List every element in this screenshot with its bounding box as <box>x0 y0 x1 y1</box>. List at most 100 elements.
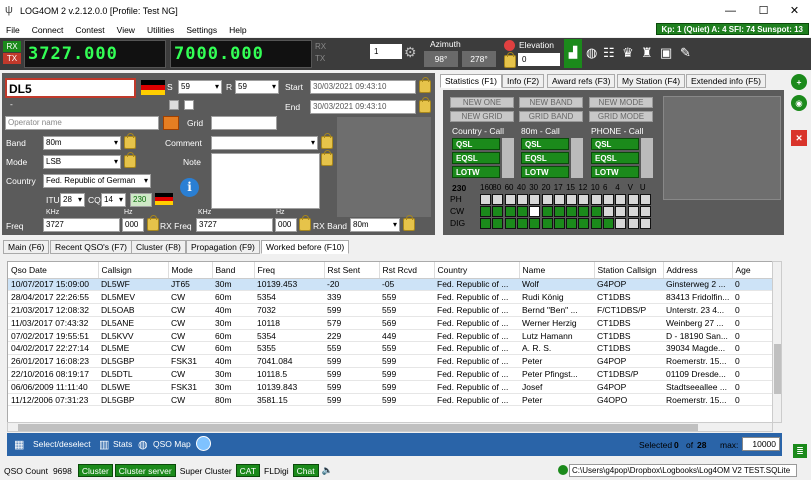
table-row[interactable]: 07/02/2017 19:55:51 DL5KVV CW 60m 5354 229 449… <box>8 329 772 343</box>
table-row[interactable]: 22/10/2016 08:19:17 DL5DTL CW 30m 10118.5 599… <box>8 367 772 381</box>
rst-rcvd-select[interactable]: 59 <box>235 80 279 94</box>
band-lock-icon[interactable] <box>124 133 136 149</box>
end-datetime[interactable]: 30/03/2021 09:43:10 <box>310 100 416 114</box>
delete-icon[interactable]: ✕ <box>791 130 807 146</box>
column-header[interactable]: Callsign <box>98 262 169 279</box>
menu-help[interactable]: Help <box>223 25 252 35</box>
rx-frequency-display[interactable]: 3727.000 <box>24 40 166 68</box>
globe-icon[interactable]: ◍ <box>586 45 597 61</box>
rst-sent-select[interactable]: 59 <box>178 80 222 94</box>
tab-statistics[interactable]: Statistics (F1) <box>440 74 502 88</box>
pen-icon[interactable]: ✎ <box>680 45 691 61</box>
horizontal-scrollbar[interactable] <box>7 422 773 432</box>
network-icon[interactable]: ☷ <box>603 45 615 61</box>
db-path[interactable]: C:\Users\g4pop\Dropbox\Logbooks\Log4OM V… <box>569 464 797 477</box>
itu-select[interactable]: 28 <box>60 193 85 207</box>
side-list-icon[interactable]: ≣ <box>793 444 807 458</box>
mode-select[interactable]: LSB <box>43 155 121 169</box>
cluster-server-status[interactable]: Cluster server <box>114 464 176 477</box>
table-row[interactable]: 11/12/2006 07:31:23 DL5GBP CW 80m 3581.15 599… <box>8 393 772 407</box>
rxband-select[interactable]: 80m <box>350 218 400 232</box>
hscrollbar-thumb[interactable] <box>18 424 698 431</box>
chat-status[interactable]: Chat <box>292 464 319 477</box>
azimuth-long[interactable]: 278° <box>462 51 496 67</box>
close-button[interactable]: ✕ <box>778 0 811 22</box>
rxfreq-hz-input[interactable]: 000 <box>275 218 297 232</box>
menu-utilities[interactable]: Utilities <box>141 25 180 35</box>
column-header[interactable]: Address <box>663 262 733 279</box>
menu-view[interactable]: View <box>111 25 141 35</box>
grid-input[interactable] <box>211 116 277 130</box>
column-header[interactable]: Qso Date <box>8 262 99 279</box>
new-one-button[interactable]: NEW ONE <box>450 97 514 108</box>
vertical-scrollbar[interactable] <box>772 261 782 423</box>
note-lock-icon[interactable] <box>321 150 333 166</box>
country-select[interactable]: Fed. Republic of German <box>43 174 151 188</box>
cat-status[interactable]: CAT <box>235 464 261 477</box>
tab-cluster[interactable]: Cluster (F8) <box>131 240 186 254</box>
maximize-button[interactable]: ☐ <box>747 0 780 22</box>
azimuth-short[interactable]: 98° <box>424 51 458 67</box>
column-header[interactable]: Mode <box>168 262 213 279</box>
checkbox-1[interactable] <box>169 100 179 110</box>
award-icon[interactable]: ♛ <box>622 45 634 61</box>
vfo-select[interactable]: 1 <box>370 44 402 59</box>
tx-frequency-display[interactable]: 7000.000 <box>170 40 312 68</box>
rotor-stop-icon[interactable] <box>504 40 515 51</box>
scrollbar-thumb[interactable] <box>774 344 781 394</box>
table-row[interactable]: 26/01/2017 16:08:23 DL5GBP FSK31 40m 7041.08… <box>8 354 772 369</box>
elevation-lock-icon[interactable] <box>504 52 516 68</box>
speaker-icon[interactable]: 🔈 <box>322 465 333 476</box>
rxband-lock-icon[interactable] <box>403 215 415 231</box>
camera-icon[interactable]: ▣ <box>660 45 672 61</box>
info-icon[interactable]: i <box>180 178 199 197</box>
stats-button[interactable]: Stats <box>113 439 132 449</box>
tab-award-refs[interactable]: Award refs (F3) <box>547 74 616 88</box>
cluster-status[interactable]: Cluster <box>77 464 113 477</box>
end-lock-icon[interactable] <box>419 97 431 113</box>
menu-settings[interactable]: Settings <box>180 25 223 35</box>
rx-tag[interactable]: RX <box>3 41 21 52</box>
band-select[interactable]: 80m <box>43 136 121 150</box>
column-header[interactable]: Station Callsign <box>594 262 664 279</box>
menu-connect[interactable]: Connect <box>26 25 70 35</box>
tab-propagation[interactable]: Propagation (F9) <box>186 240 260 254</box>
table-row[interactable]: 11/03/2017 07:43:32 DL5ANE CW 30m 10118 579 56… <box>8 316 772 330</box>
mode-lock-icon[interactable] <box>124 152 136 168</box>
hierarchy-icon[interactable]: ♜ <box>641 45 653 61</box>
column-header[interactable]: Rst Rcvd <box>379 262 435 279</box>
menu-contest[interactable]: Contest <box>69 25 110 35</box>
table-row[interactable]: 06/06/2009 11:11:40 DL5WE FSK31 30m 10139.84… <box>8 380 772 394</box>
qso-map-button[interactable]: QSO Map <box>153 439 191 449</box>
callsign-input[interactable]: DL5 <box>5 78 136 98</box>
grid-mode-button[interactable]: GRID MODE <box>589 111 653 122</box>
globe-color-icon[interactable] <box>196 436 211 451</box>
freq-lock-icon[interactable] <box>147 215 159 231</box>
comment-select[interactable] <box>211 136 318 150</box>
new-grid-button[interactable]: NEW GRID <box>450 111 514 122</box>
rxfreq-lock-icon[interactable] <box>299 215 311 231</box>
qso-map-icon[interactable]: ◍ <box>138 438 148 451</box>
select-deselect-icon[interactable]: ▦ <box>14 438 24 451</box>
column-header[interactable]: Band <box>212 262 255 279</box>
tab-extended-info[interactable]: Extended info (F5) <box>686 74 766 88</box>
grid-band-button[interactable]: GRID BAND <box>519 111 583 122</box>
column-header[interactable]: Name <box>519 262 595 279</box>
tab-main[interactable]: Main (F6) <box>3 240 50 254</box>
tab-recent-qsos[interactable]: Recent QSO's (F7) <box>50 240 133 254</box>
cq-select[interactable]: 14 <box>101 193 126 207</box>
start-datetime[interactable]: 30/03/2021 09:43:10 <box>310 80 416 94</box>
checkbox-2[interactable] <box>184 100 194 110</box>
new-band-button[interactable]: NEW BAND <box>519 97 583 108</box>
super-cluster-status[interactable]: Super Cluster <box>180 466 232 476</box>
freq-hz-input[interactable]: 000 <box>122 218 144 232</box>
table-row[interactable]: 28/04/2017 22:26:55 DL5MEV CW 60m 5354 339 559… <box>8 290 772 305</box>
column-header[interactable]: Age <box>732 262 772 279</box>
tx-tag[interactable]: TX <box>3 53 21 64</box>
select-deselect-button[interactable]: Select/deselect <box>33 439 91 449</box>
tab-worked-before[interactable]: Worked before (F10) <box>261 240 350 254</box>
gear-icon[interactable]: ⚙ <box>404 44 417 61</box>
comment-lock-icon[interactable] <box>321 133 333 149</box>
fldigi-status[interactable]: FLDigi <box>264 466 289 476</box>
max-input[interactable]: 10000 <box>742 437 780 451</box>
